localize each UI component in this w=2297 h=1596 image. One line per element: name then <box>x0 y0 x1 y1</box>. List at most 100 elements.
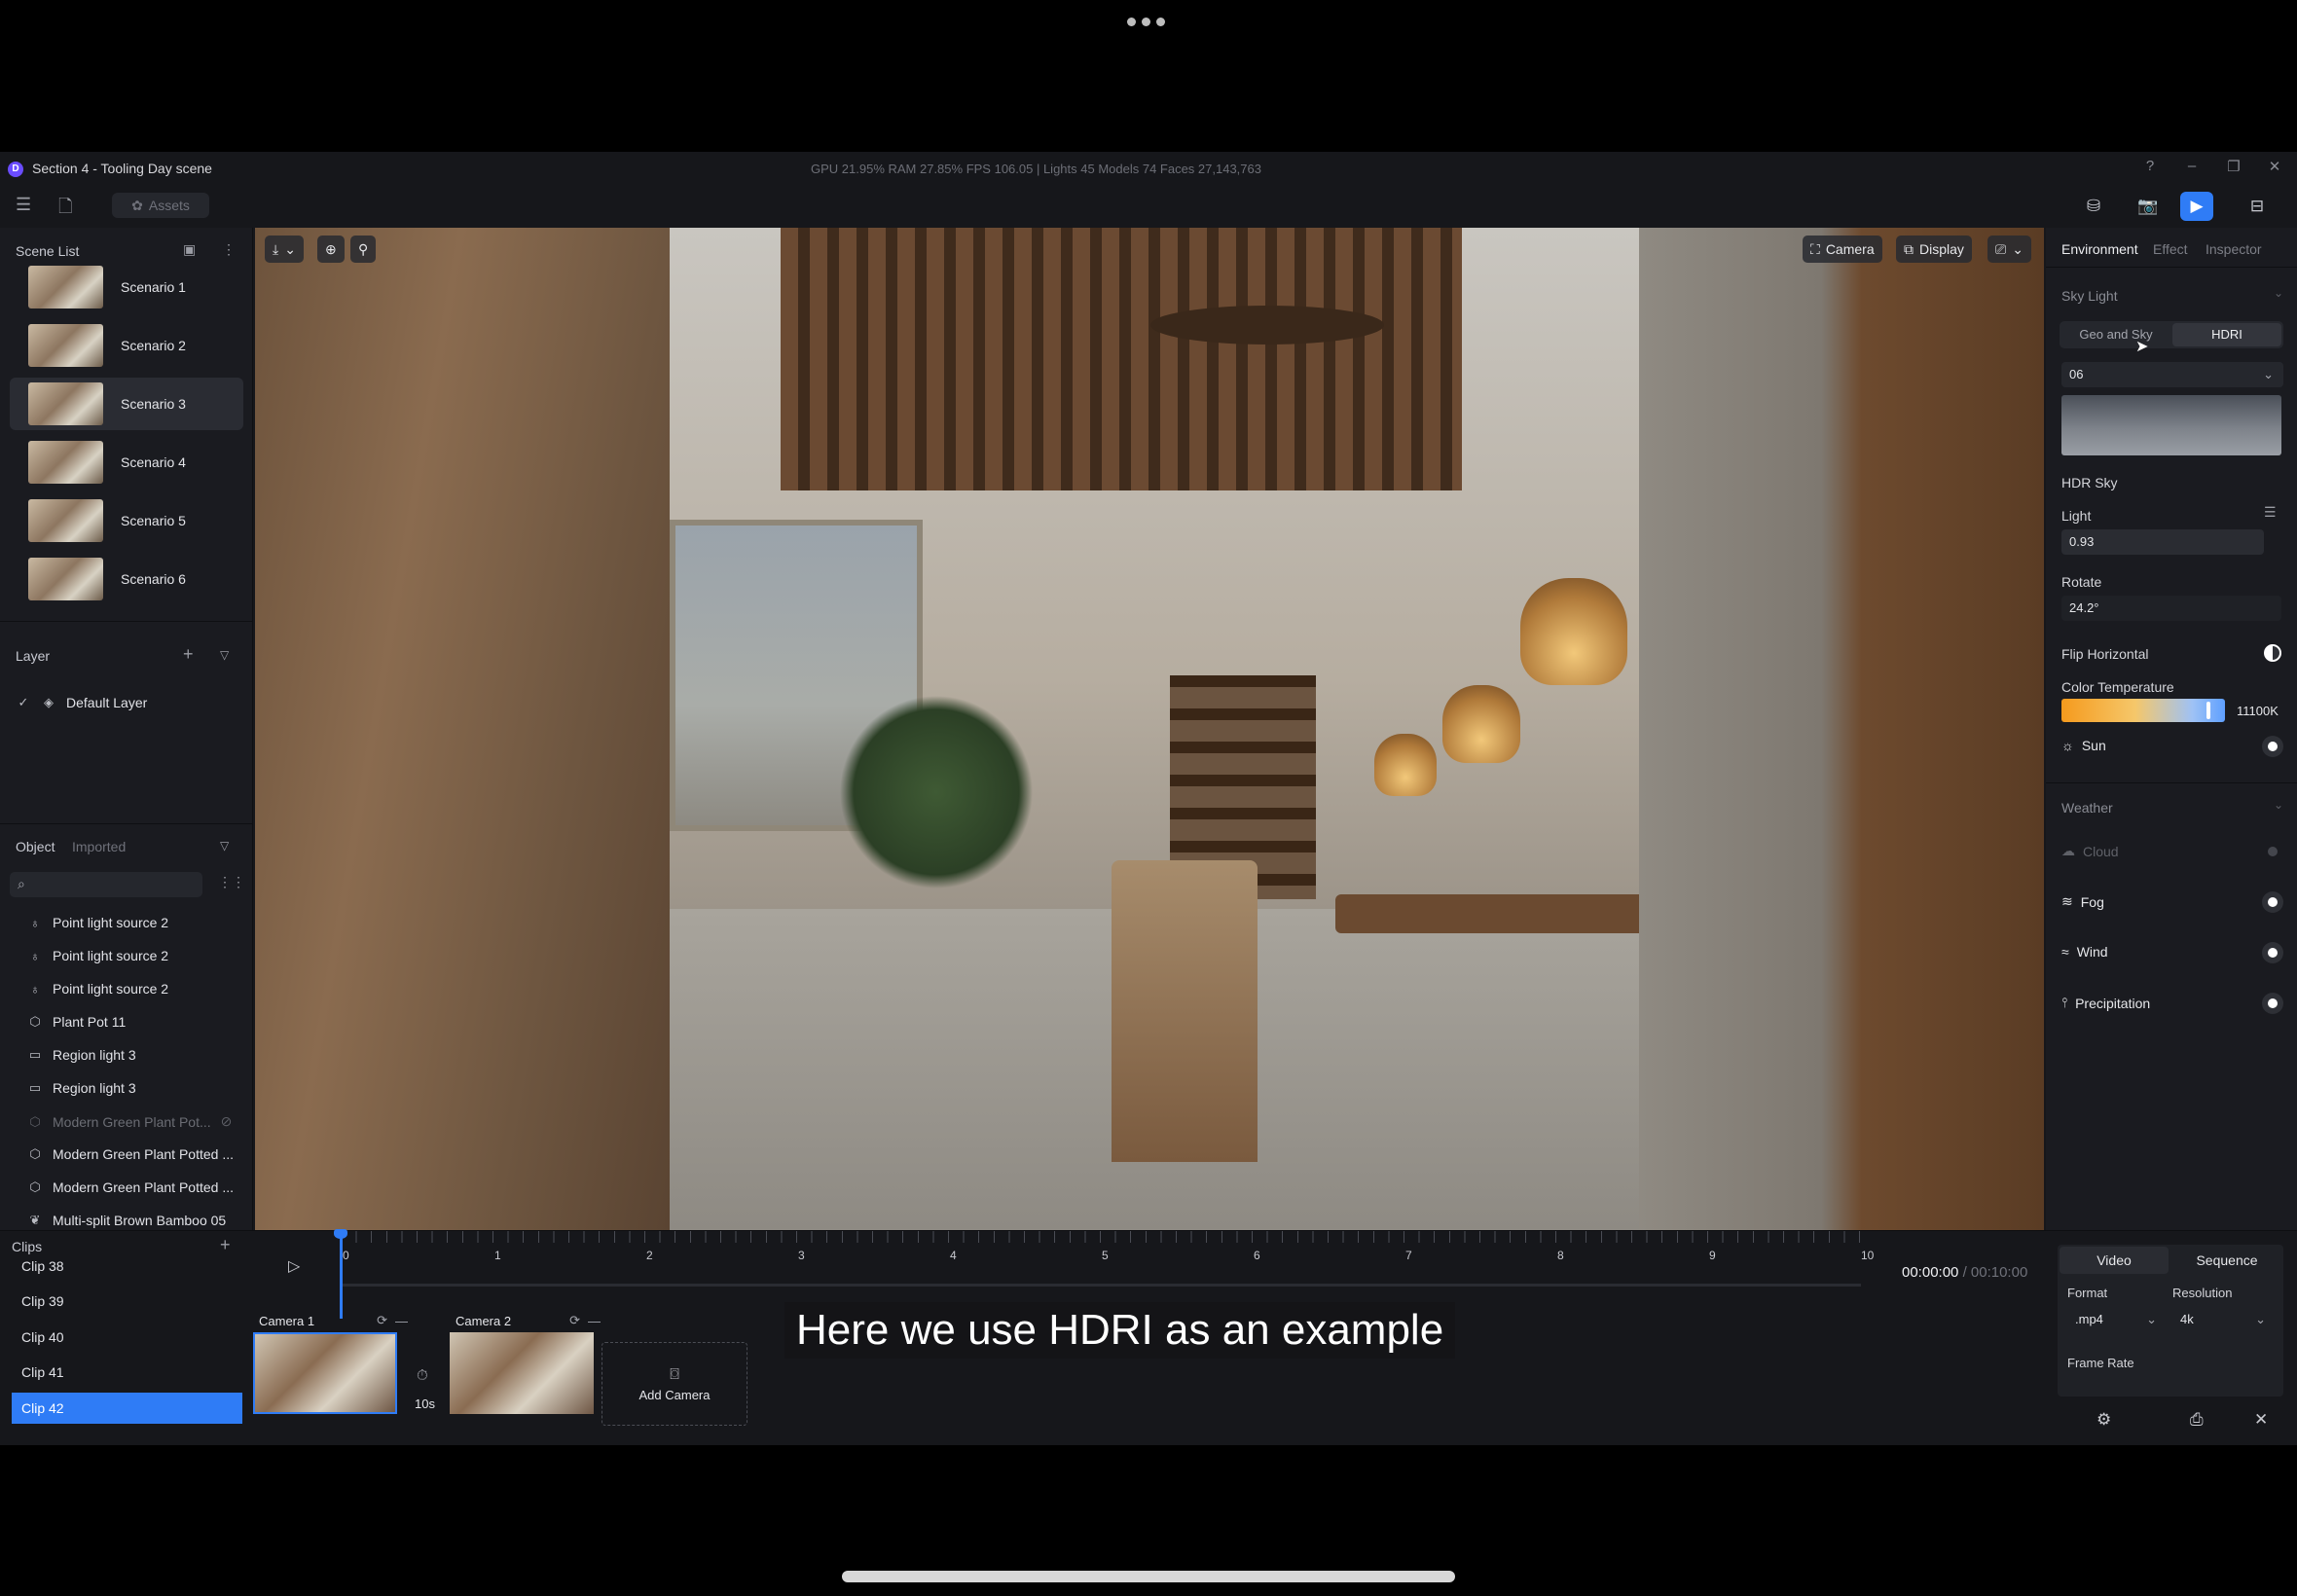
clip-item[interactable]: Clip 41 <box>12 1357 242 1388</box>
minimize-icon[interactable]: – <box>2181 158 2203 174</box>
add-layer-icon[interactable]: + <box>183 644 194 665</box>
layer-item-default[interactable]: ✓ ◈ Default Layer <box>16 695 148 710</box>
layer-filter-icon[interactable]: ▽ <box>220 648 229 662</box>
object-filter-icon[interactable]: ▽ <box>220 839 229 852</box>
clip-item[interactable]: Clip 38 <box>12 1251 242 1282</box>
camera-1-clip[interactable]: Camera 1 ⟳ — <box>253 1313 408 1414</box>
tab-environment[interactable]: Environment <box>2061 241 2138 257</box>
light-tool-button[interactable]: ⚲ <box>350 236 377 263</box>
geo-and-sky-option[interactable]: Geo and Sky <box>2061 323 2170 346</box>
object-item[interactable]: ▭ Region light 3 <box>27 1080 136 1096</box>
refresh-icon[interactable]: ⟳ <box>569 1313 580 1328</box>
hidden-eye-icon[interactable]: ⊘ <box>221 1113 233 1130</box>
object-item[interactable]: ♁ Point light source 2 <box>27 981 168 997</box>
close-window-icon[interactable]: ✕ <box>2264 158 2285 175</box>
restore-icon[interactable]: ❐ <box>2223 158 2244 175</box>
tab-object[interactable]: Object <box>16 839 55 854</box>
object-item[interactable]: ⬡ Modern Green Plant Potted ... <box>27 1146 234 1162</box>
fog-toggle[interactable] <box>2262 891 2283 913</box>
object-item[interactable]: ⬡ Plant Pot 11 <box>27 1014 126 1030</box>
video-camera-icon[interactable]: ▶ <box>2180 192 2213 221</box>
render-icon[interactable]: ⛁ <box>2077 192 2110 221</box>
light-value-input[interactable]: 0.93 <box>2061 529 2264 555</box>
export-icon[interactable]: ⎙ <box>2190 1410 2204 1430</box>
scene-item[interactable]: Scenario 2 <box>10 319 243 372</box>
inbox-icon[interactable]: ⊟ <box>2241 192 2274 221</box>
object-search-input[interactable]: ⌕ <box>10 872 202 897</box>
rotate-value-input[interactable]: 24.2° <box>2061 596 2281 621</box>
hdri-select[interactable]: 06 ⌄ <box>2061 362 2283 387</box>
camera-button[interactable]: ⛶ Camera <box>1803 236 1882 263</box>
grid-view-icon[interactable]: ⋮⋮ <box>218 874 245 890</box>
remove-icon[interactable]: — <box>588 1314 601 1328</box>
playhead-handle[interactable] <box>334 1229 347 1239</box>
scene-list-title: Scene List <box>16 243 80 259</box>
scene-item[interactable]: Scenario 5 <box>10 494 243 547</box>
scene-label: Scenario 5 <box>121 513 186 528</box>
camera-frame-icon: ⛶ <box>1810 240 1820 257</box>
clip-item[interactable]: Clip 40 <box>12 1322 242 1353</box>
menu-icon[interactable]: ☰ <box>16 195 31 215</box>
object-item[interactable]: ⬡ Modern Green Plant Pot... ⊘ <box>27 1113 232 1130</box>
flip-horizontal-toggle[interactable] <box>2264 644 2281 662</box>
close-icon[interactable]: ✕ <box>2254 1410 2268 1430</box>
play-icon[interactable]: ▷ <box>288 1256 300 1276</box>
object-item[interactable]: ♁ Point light source 2 <box>27 915 168 930</box>
color-temperature-slider[interactable] <box>2061 699 2225 722</box>
tab-effect[interactable]: Effect <box>2153 241 2188 257</box>
photo-camera-icon[interactable]: 📷 <box>2132 192 2165 221</box>
check-icon[interactable]: ✓ <box>16 695 31 710</box>
precipitation-toggle[interactable] <box>2262 993 2283 1014</box>
resolution-select[interactable]: 4k ⌄ <box>2172 1307 2274 1332</box>
object-item[interactable]: ❦ Multi-split Brown Bamboo 05 <box>27 1213 227 1228</box>
scene-item[interactable]: Scenario 1 <box>10 261 243 313</box>
camera-2-clip[interactable]: Camera 2 ⟳ — <box>450 1313 601 1414</box>
object-item[interactable]: ♁ Point light source 2 <box>27 948 168 963</box>
scene-add-icon[interactable]: ▣ <box>183 241 196 258</box>
wind-toggle[interactable] <box>2262 942 2283 963</box>
tab-imported[interactable]: Imported <box>72 839 126 854</box>
refresh-icon[interactable]: ⟳ <box>377 1313 387 1328</box>
assets-button[interactable]: ✿ Assets <box>112 193 209 218</box>
scene-item[interactable]: Scenario 3 <box>10 378 243 430</box>
hdri-preview[interactable] <box>2061 395 2281 455</box>
tab-video[interactable]: Video <box>2060 1247 2169 1274</box>
home-indicator[interactable] <box>842 1571 1455 1582</box>
slider-handle[interactable] <box>2206 702 2211 719</box>
tab-sequence[interactable]: Sequence <box>2172 1247 2281 1274</box>
object-item[interactable]: ⬡ Modern Green Plant Potted ... <box>27 1179 234 1195</box>
scene-item[interactable]: Scenario 4 <box>10 436 243 489</box>
scene-more-icon[interactable]: ⋮ <box>222 241 236 258</box>
object-item[interactable]: ▭ Region light 3 <box>27 1047 136 1063</box>
tab-inspector[interactable]: Inspector <box>2206 241 2262 257</box>
scene-item[interactable]: Scenario 6 <box>10 553 243 605</box>
sun-toggle[interactable] <box>2262 736 2283 757</box>
hdri-option[interactable]: HDRI <box>2172 323 2281 346</box>
settings-icon[interactable]: ⚙ <box>2096 1410 2111 1430</box>
ruler-tick-label: 7 <box>1405 1249 1412 1262</box>
globe-button[interactable]: ⊕ <box>317 236 345 263</box>
clip-item[interactable]: Clip 39 <box>12 1286 242 1317</box>
sun-row: ☼ Sun <box>2061 738 2106 753</box>
timeline-ruler[interactable] <box>341 1231 1864 1243</box>
move-tool-button[interactable]: ⤓ ⌄ <box>265 236 304 263</box>
duration-label[interactable]: 10s <box>415 1396 435 1411</box>
collapse-chevron-icon[interactable]: ⌄ <box>2274 286 2283 300</box>
help-icon[interactable]: ? <box>2139 158 2161 174</box>
clip-item-selected[interactable]: Clip 42 <box>12 1393 242 1424</box>
render-viewport[interactable]: ⤓ ⌄ ⊕ ⚲ ⛶ Camera ⧉ Display ⎚ ⌄ <box>255 228 2044 1230</box>
playhead[interactable] <box>340 1231 343 1319</box>
remove-icon[interactable]: — <box>395 1314 408 1328</box>
screen-options-button[interactable]: ⎚ ⌄ <box>1987 236 2031 263</box>
hdr-sky-label: HDR Sky <box>2061 475 2118 490</box>
display-button[interactable]: ⧉ Display <box>1896 236 1972 263</box>
timeline-track[interactable] <box>343 1284 1861 1287</box>
adjust-sliders-icon[interactable]: ☰ <box>2264 504 2277 521</box>
scene-thumbnail <box>28 499 103 542</box>
format-select[interactable]: .mp4 ⌄ <box>2067 1307 2165 1332</box>
cloud-toggle[interactable] <box>2262 841 2283 862</box>
more-dots-icon[interactable] <box>1127 18 1165 26</box>
collapse-chevron-icon[interactable]: ⌄ <box>2274 798 2283 812</box>
add-camera-button[interactable]: ⌼ Add Camera <box>602 1342 747 1426</box>
file-icon[interactable]: 🗋 <box>58 195 72 224</box>
